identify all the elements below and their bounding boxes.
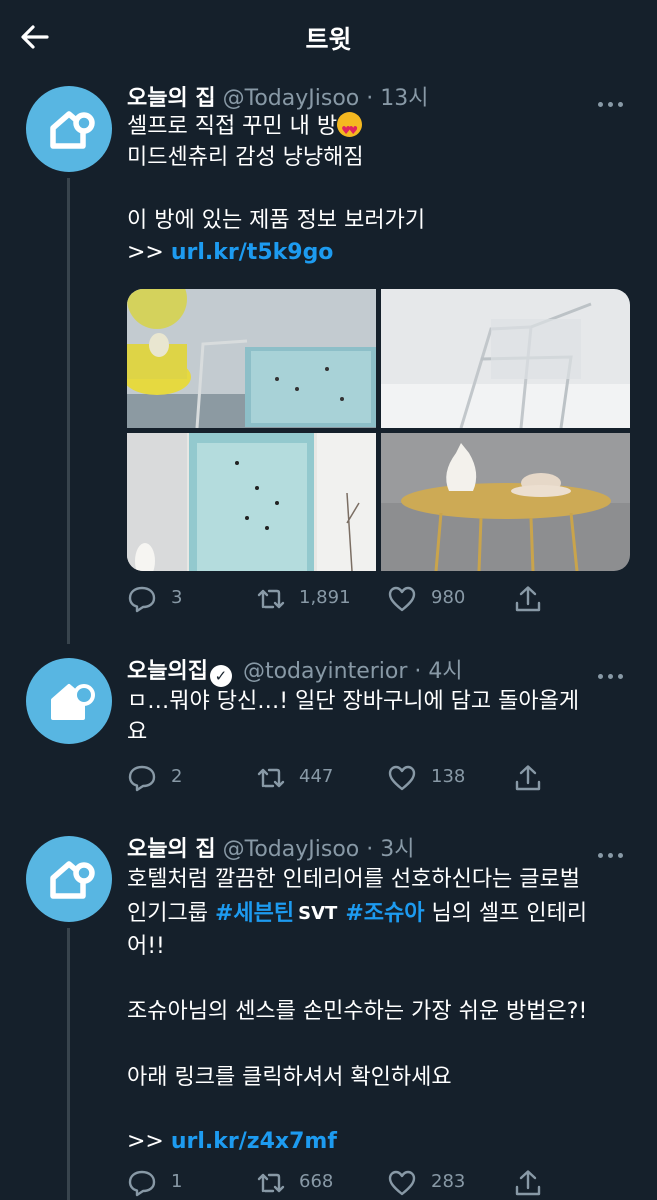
tweet-link[interactable]: url.kr/z4x7mf (171, 1129, 337, 1154)
retweet-count: 668 (299, 1171, 334, 1192)
tweet[interactable]: 오늘의 집 @TodayJisoo · 3시 호텔처럼 깔끔한 인테리어를 선호… (0, 0, 657, 1200)
seventeen-logo-icon: SVT (298, 903, 338, 924)
hashtag[interactable]: #조슈아 (345, 901, 424, 926)
timestamp[interactable]: 3시 (380, 837, 414, 862)
thread-line (67, 928, 70, 1200)
text-line: 호텔처럼 깔끔한 인테리어를 선호하신다는 글로벌 (127, 867, 581, 892)
hashtag[interactable]: #세븐틴 (215, 901, 294, 926)
link-prefix: >> (127, 1129, 171, 1154)
text-segment: 님의 셀프 인테리 (424, 901, 588, 926)
avatar[interactable] (26, 836, 112, 922)
reply-icon (128, 1170, 156, 1197)
share-icon (515, 1170, 541, 1196)
text-line: 아래 링크를 클릭하셔서 확인하세요 (127, 1065, 452, 1090)
more-options-icon[interactable] (598, 843, 632, 859)
tweet-actions: 1 668 283 (127, 1168, 647, 1198)
house-logo-icon (50, 861, 95, 899)
text-line: 어!! (127, 934, 165, 959)
heart-icon (388, 1170, 416, 1196)
display-name[interactable]: 오늘의 집 (127, 837, 216, 862)
tweet-meta: 오늘의 집 @TodayJisoo · 3시 (127, 831, 414, 863)
reply-count: 1 (171, 1171, 183, 1192)
like-count: 283 (431, 1171, 466, 1192)
handle[interactable]: @TodayJisoo (223, 837, 360, 862)
tweet-text: 호텔처럼 깔끔한 인테리어를 선호하신다는 글로벌 인기그룹 #세븐틴 SVT #조… (127, 864, 637, 1157)
text-line: 조슈아님의 센스를 손민수하는 가장 쉬운 방법은?! (127, 999, 588, 1024)
retweet-icon (257, 1173, 285, 1193)
text-segment: 인기그룹 (127, 901, 215, 926)
separator: · (366, 837, 374, 862)
